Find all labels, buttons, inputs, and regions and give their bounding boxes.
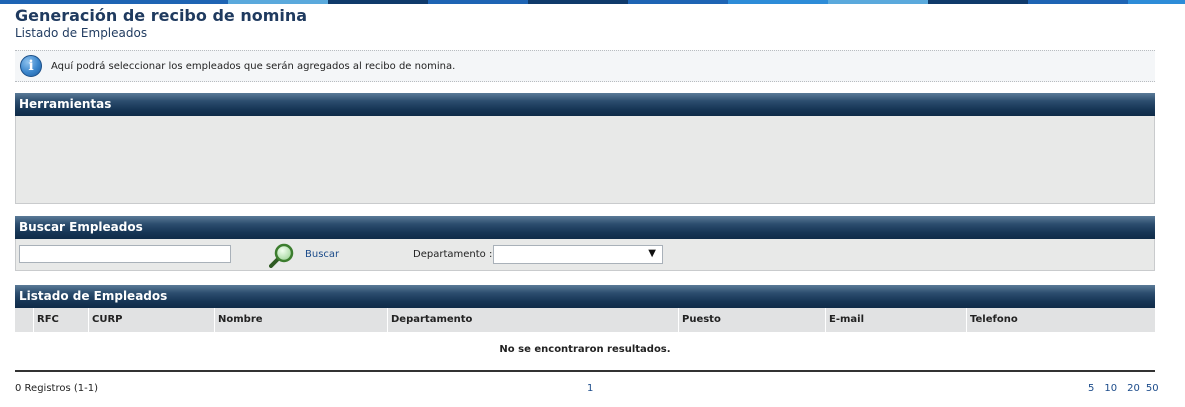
- top-color-bar: [0, 0, 1185, 4]
- info-message: Aquí podrá seleccionar los empleados que…: [51, 60, 456, 72]
- page-size-5[interactable]: 5: [1088, 383, 1094, 394]
- magnifier-icon[interactable]: [269, 242, 295, 268]
- employee-table-header: RFC CURP Nombre Departamento Puesto E-ma…: [15, 308, 1155, 332]
- tools-panel-header: Herramientas: [15, 93, 1155, 116]
- column-header-puesto[interactable]: Puesto: [678, 308, 825, 332]
- department-label: Departamento :: [413, 249, 493, 260]
- list-panel-header: Listado de Empleados: [15, 285, 1155, 308]
- table-footer-divider: [15, 370, 1155, 372]
- column-header-nombre[interactable]: Nombre: [214, 308, 387, 332]
- page-size-20[interactable]: 20: [1127, 383, 1140, 394]
- search-panel-header: Buscar Empleados: [15, 216, 1155, 239]
- column-header-telefono[interactable]: Telefono: [966, 308, 1155, 332]
- column-header-curp[interactable]: CURP: [88, 308, 214, 332]
- search-button[interactable]: Buscar: [305, 249, 339, 260]
- page-size-10[interactable]: 10: [1104, 383, 1117, 394]
- column-header-rfc[interactable]: RFC: [33, 308, 88, 332]
- info-message-box: i Aquí podrá seleccionar los empleados q…: [15, 50, 1155, 82]
- department-select[interactable]: ▼: [493, 245, 663, 264]
- no-results-message: No se encontraron resultados.: [499, 344, 671, 355]
- select-column-header: [15, 308, 33, 332]
- page-title: Generación de recibo de nomina: [15, 6, 308, 25]
- records-count: 0 Registros (1-1): [15, 383, 98, 394]
- info-icon: i: [20, 55, 42, 77]
- page-size-50[interactable]: 50: [1146, 383, 1159, 394]
- pagination-page-1[interactable]: 1: [587, 383, 593, 394]
- page-subtitle: Listado de Empleados: [15, 26, 148, 40]
- employee-search-input[interactable]: [19, 245, 231, 263]
- column-header-email[interactable]: E-mail: [825, 308, 966, 332]
- tools-panel-body: [15, 116, 1155, 204]
- page-size-options: 5 10 20 50: [1088, 383, 1159, 394]
- dropdown-arrow-icon: ▼: [648, 248, 656, 259]
- column-header-departamento[interactable]: Departamento: [387, 308, 678, 332]
